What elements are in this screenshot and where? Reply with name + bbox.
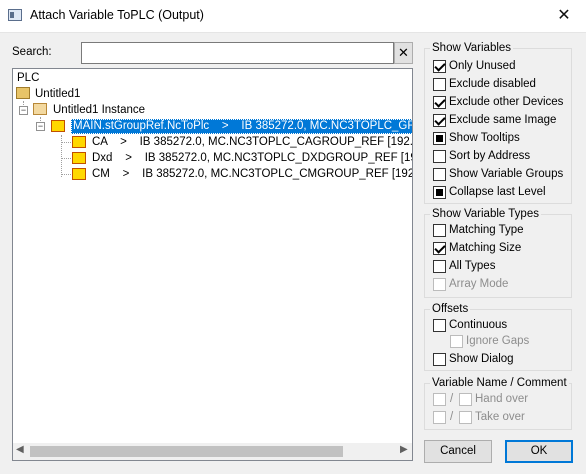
only-unused-label: Only Unused — [449, 60, 516, 72]
separator: / — [450, 411, 454, 423]
scrollbar-thumb[interactable] — [30, 446, 343, 457]
close-icon[interactable]: ✕ — [548, 4, 580, 28]
tree-line — [61, 174, 71, 175]
matching-size-checkbox[interactable] — [433, 242, 446, 255]
exclude-same-image-checkbox[interactable] — [433, 114, 446, 127]
clear-search-button[interactable]: ✕ — [394, 42, 413, 64]
tree-line — [61, 142, 71, 143]
window-icon — [8, 9, 22, 21]
tree-node-child[interactable]: Dxd > IB 385272.0, MC.NC3TOPLC_DXDGROUP_… — [92, 152, 412, 164]
hand-over-name-checkbox[interactable] — [433, 393, 446, 406]
variable-icon — [72, 152, 86, 164]
collapse-icon[interactable]: − — [19, 106, 28, 115]
selected-label: MAIN.stGroupRef.NcToPlc > IB 385272.0, M… — [73, 120, 412, 132]
search-input[interactable] — [81, 42, 394, 64]
show-variables-title: Show Variables — [430, 42, 514, 54]
continuous-label: Continuous — [449, 319, 508, 331]
instance-icon — [33, 103, 47, 115]
collapse-icon[interactable]: − — [36, 122, 45, 131]
all-types-label: All Types — [449, 260, 496, 272]
show-dialog-label: Show Dialog — [449, 353, 514, 365]
show-tooltips-label: Show Tooltips — [449, 132, 520, 144]
tree-node-instance[interactable]: Untitled1 Instance — [53, 104, 145, 116]
separator: / — [450, 393, 454, 405]
tree-line — [61, 158, 71, 159]
take-over-name-checkbox[interactable] — [433, 411, 446, 424]
tree-node-plc[interactable]: PLC — [17, 72, 39, 84]
ignore-gaps-label: Ignore Gaps — [466, 335, 530, 347]
collapse-last-level-label: Collapse last Level — [449, 186, 546, 198]
variable-tree[interactable]: PLC Untitled1 − Untitled1 Instance − MAI… — [12, 68, 413, 461]
search-label: Search: — [12, 46, 52, 58]
show-tooltips-checkbox[interactable] — [433, 132, 446, 145]
matching-type-checkbox[interactable] — [433, 224, 446, 237]
scroll-right-icon[interactable]: ▶ — [400, 444, 408, 455]
window-title: Attach Variable ToPLC (Output) — [30, 8, 204, 22]
collapse-last-level-checkbox[interactable] — [433, 186, 446, 199]
variable-icon — [51, 120, 65, 132]
take-over-comment-checkbox[interactable] — [459, 411, 472, 424]
variable-icon — [72, 168, 86, 180]
show-variable-groups-checkbox[interactable] — [433, 168, 446, 181]
exclude-disabled-label: Exclude disabled — [449, 78, 536, 90]
name-comment-title: Variable Name / Comment — [430, 377, 569, 389]
offsets-title: Offsets — [430, 303, 471, 315]
take-over-label: Take over — [475, 411, 525, 423]
tree-node-project[interactable]: Untitled1 — [35, 88, 80, 100]
hand-over-comment-checkbox[interactable] — [459, 393, 472, 406]
ignore-gaps-checkbox[interactable] — [450, 335, 463, 348]
cancel-button[interactable]: Cancel — [424, 440, 492, 463]
array-mode-checkbox[interactable] — [433, 278, 446, 291]
tree-node-child[interactable]: CM > IB 385272.0, MC.NC3TOPLC_CMGROUP_RE… — [92, 168, 412, 180]
exclude-other-devices-checkbox[interactable] — [433, 96, 446, 109]
sort-by-address-label: Sort by Address — [449, 150, 531, 162]
scroll-left-icon[interactable]: ◀ — [16, 444, 24, 455]
tree-node-selected[interactable]: MAIN.stGroupRef.NcToPlc > IB 385272.0, M… — [71, 119, 412, 134]
all-types-checkbox[interactable] — [433, 260, 446, 273]
hand-over-label: Hand over — [475, 393, 529, 405]
matching-type-label: Matching Type — [449, 224, 524, 236]
ok-button[interactable]: OK — [505, 440, 573, 463]
sort-by-address-checkbox[interactable] — [433, 150, 446, 163]
project-icon — [16, 87, 30, 99]
exclude-disabled-checkbox[interactable] — [433, 78, 446, 91]
only-unused-checkbox[interactable] — [433, 60, 446, 73]
exclude-same-image-label: Exclude same Image — [449, 114, 557, 126]
continuous-checkbox[interactable] — [433, 319, 446, 332]
matching-size-label: Matching Size — [449, 242, 522, 254]
array-mode-label: Array Mode — [449, 278, 509, 290]
show-types-title: Show Variable Types — [430, 208, 541, 220]
show-variable-groups-label: Show Variable Groups — [449, 168, 564, 180]
show-dialog-checkbox[interactable] — [433, 353, 446, 366]
variable-icon — [72, 136, 86, 148]
tree-node-child[interactable]: CA > IB 385272.0, MC.NC3TOPLC_CAGROUP_RE… — [92, 136, 412, 148]
exclude-other-devices-label: Exclude other Devices — [449, 96, 564, 108]
